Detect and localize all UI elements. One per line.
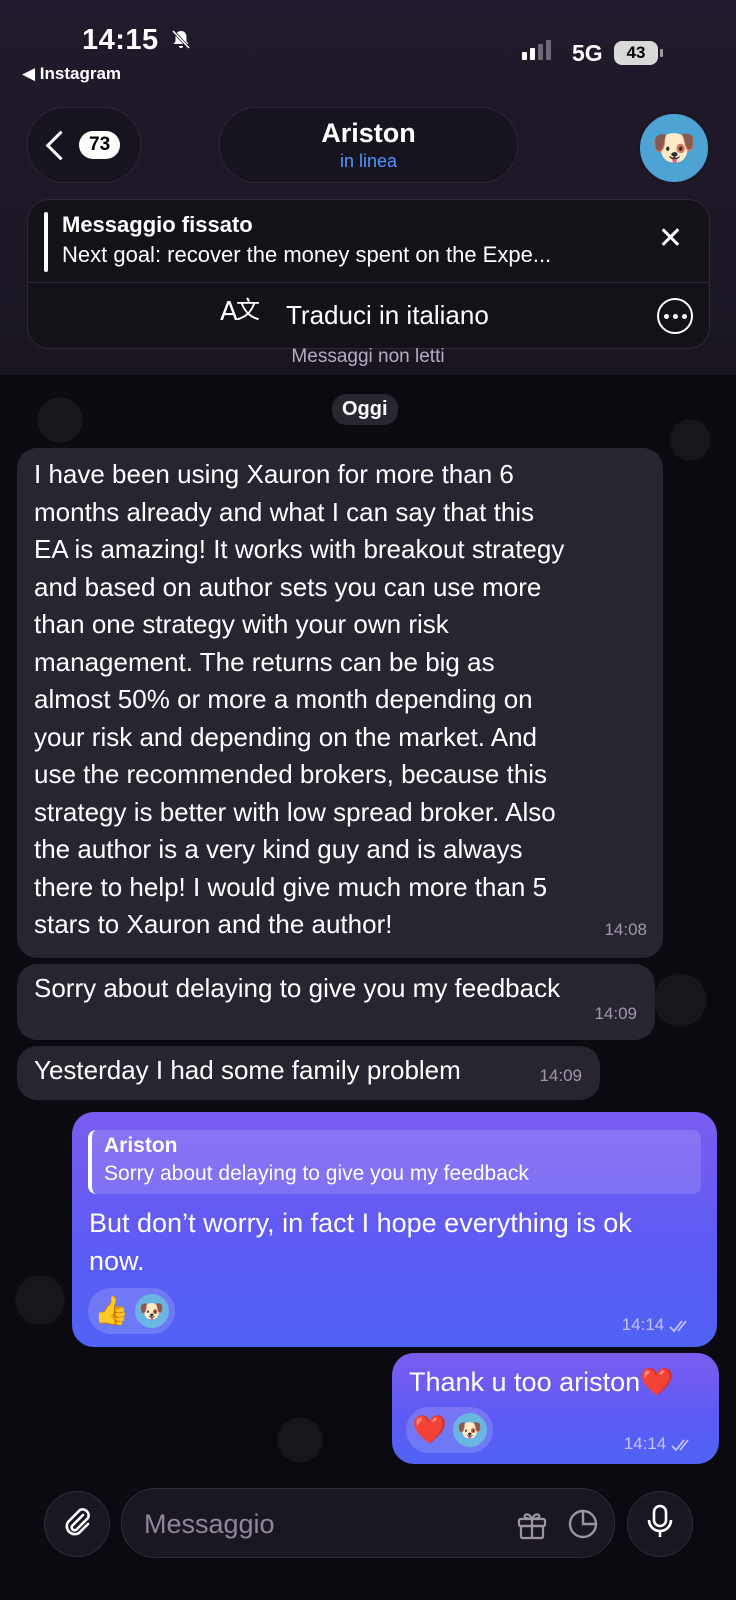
message-time: 14:08	[604, 919, 647, 939]
svg-text:文: 文	[236, 296, 260, 324]
pinned-title: Messaggio fissato	[62, 212, 253, 237]
message-text: But don’t worry, in fact I hope everythi…	[89, 1204, 632, 1280]
message-line: your risk and depending on the market. A…	[34, 721, 537, 752]
message-line: use the recommended brokers, because thi…	[34, 759, 548, 789]
more-options-icon[interactable]	[657, 298, 693, 334]
close-pinned-icon[interactable]: ✕	[658, 224, 683, 254]
message-time: 14:14	[622, 1315, 693, 1335]
message-line: EA is amazing! It works with breakout st…	[34, 534, 565, 564]
reaction-chip[interactable]: ❤️ 🐶	[406, 1407, 493, 1453]
message-text: Yesterday I had some family problem	[34, 1055, 461, 1085]
pinned-message-panel[interactable]: Messaggio fissato Next goal: recover the…	[27, 199, 710, 349]
message-text: Thank u too ariston❤️	[409, 1367, 674, 1397]
contact-status: in linea	[339, 151, 398, 171]
double-check-icon	[669, 1315, 693, 1334]
silent-bell-icon	[170, 29, 192, 57]
message-line: almost 50% or more a month depending on	[34, 684, 533, 714]
date-chip: Oggi	[332, 394, 398, 425]
back-button[interactable]: 73	[27, 107, 141, 183]
message-time-text: 14:14	[623, 1434, 667, 1453]
translate-icon: A文	[220, 294, 262, 338]
message-line: stars to Xauron and the author!	[34, 909, 393, 939]
unread-separator: Messaggi non letti	[291, 346, 445, 367]
contact-avatar[interactable]: 🐶	[637, 111, 711, 185]
message-line: I have been using Xauron for more than 6	[34, 459, 514, 489]
reaction-emoji: 👍	[94, 1295, 129, 1326]
reply-preview[interactable]: Ariston Sorry about delaying to give you…	[88, 1130, 701, 1194]
reactor-avatar: 🐶	[134, 1294, 169, 1328]
outgoing-message[interactable]: Thank u too ariston❤️ ❤️ 🐶 14:14	[392, 1353, 719, 1464]
battery-icon: 43	[614, 41, 663, 65]
paperclip-icon	[60, 1505, 94, 1544]
cellular-signal-icon	[522, 40, 551, 60]
message-time-text: 14:14	[621, 1315, 665, 1334]
message-time: 14:09	[594, 1003, 637, 1023]
gift-icon[interactable]	[515, 1507, 549, 1546]
message-time: 14:09	[539, 1065, 582, 1085]
voice-record-button[interactable]	[627, 1491, 693, 1557]
reply-author: Ariston	[104, 1134, 178, 1157]
pinned-indicator	[44, 212, 48, 272]
message-input-container[interactable]	[121, 1488, 615, 1558]
microphone-icon	[645, 1504, 675, 1545]
contact-name: Ariston	[321, 118, 416, 148]
message-line: management. The returns can be big as	[34, 646, 495, 677]
message-line: months already and what I can say that t…	[34, 496, 535, 527]
message-line: the author is a very kind guy and is alw…	[34, 834, 523, 864]
message-line: strategy is better with low spread broke…	[34, 796, 556, 827]
reactor-avatar: 🐶	[452, 1413, 487, 1447]
message-line: and based on author sets you can use mor…	[34, 571, 542, 602]
reaction-chip[interactable]: 👍 🐶	[88, 1288, 175, 1334]
translate-button[interactable]: Traduci in italiano	[286, 300, 489, 331]
unread-count-badge: 73	[79, 131, 121, 159]
pinned-text: Next goal: recover the money spent on th…	[62, 242, 552, 267]
message-line: than one strategy with your own risk	[34, 609, 449, 639]
incoming-message[interactable]: Yesterday I had some family problem 14:0…	[17, 1046, 600, 1100]
double-check-icon	[671, 1434, 695, 1453]
incoming-message[interactable]: I have been using Xauron for more than 6…	[17, 448, 663, 958]
outgoing-message[interactable]: Ariston Sorry about delaying to give you…	[72, 1112, 717, 1347]
incoming-message[interactable]: Sorry about delaying to give you my feed…	[17, 964, 655, 1040]
divider	[28, 282, 709, 283]
chevron-left-icon	[45, 130, 76, 160]
reply-text: Sorry about delaying to give you my feed…	[104, 1162, 529, 1185]
network-type: 5G	[572, 40, 603, 66]
attach-button[interactable]	[44, 1491, 110, 1557]
status-time: 14:15	[82, 24, 159, 56]
chat-title[interactable]: Ariston in linea	[219, 107, 518, 183]
message-line: there to help! I would give much more th…	[34, 871, 548, 902]
message-text: I have been using Xauron for more than 6…	[34, 456, 564, 944]
message-line: now.	[89, 1246, 145, 1276]
back-to-instagram-link[interactable]: ◀ Instagram	[22, 64, 121, 84]
sticker-icon[interactable]	[566, 1507, 600, 1546]
message-time: 14:14	[624, 1434, 695, 1454]
message-input[interactable]	[142, 1503, 486, 1545]
message-line: But don’t worry, in fact I hope everythi…	[89, 1208, 632, 1238]
message-text: Sorry about delaying to give you my feed…	[34, 973, 561, 1003]
reaction-emoji: ❤️	[412, 1414, 447, 1445]
